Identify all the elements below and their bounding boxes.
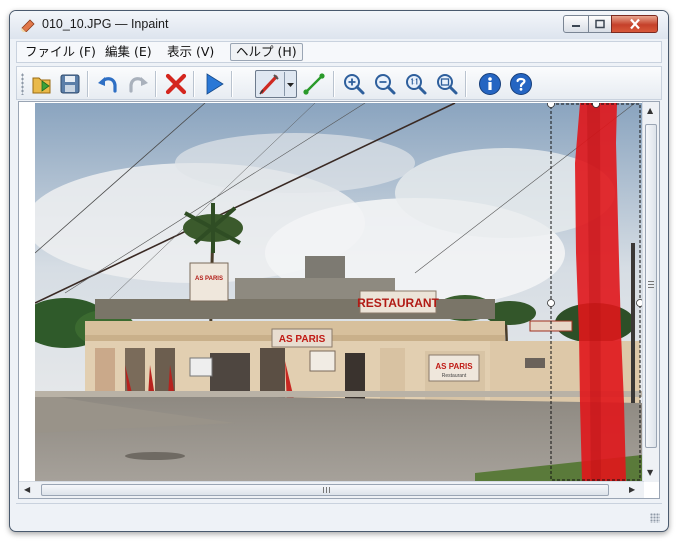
toolbar-separator [333, 71, 335, 97]
line-tool-button[interactable] [301, 71, 327, 97]
scroll-right-arrow-icon[interactable]: ▶ [629, 485, 635, 494]
photo[interactable]: RESTAURANT AS PARIS AS PARIS Restaurant … [35, 103, 642, 481]
open-button[interactable] [29, 71, 55, 97]
help-icon [510, 73, 532, 95]
erase-selection-button[interactable] [163, 71, 189, 97]
sign-restaurant-sub: Restaurant [442, 373, 467, 379]
open-icon [32, 77, 51, 94]
close-icon [629, 18, 640, 30]
close-button[interactable] [611, 15, 658, 33]
sign-as-paris-right: AS PARIS [435, 362, 473, 371]
maximize-button[interactable] [588, 15, 612, 33]
info-icon [479, 73, 501, 95]
zoom-fit-icon [437, 74, 458, 95]
help-button[interactable] [508, 71, 534, 97]
photo-scene: RESTAURANT AS PARIS AS PARIS Restaurant … [35, 103, 642, 481]
save-icon [60, 74, 80, 94]
line-tool-icon [303, 73, 325, 95]
thumb-grip [323, 487, 324, 493]
undo-icon [98, 77, 117, 93]
erase-selection-icon [165, 73, 187, 95]
menu-bar: ファイル (F) 編集 (E) 表示 (V) ヘルプ (H) [16, 41, 662, 63]
window-title: 010_10.JPG — Inpaint [42, 17, 169, 31]
app-window: 010_10.JPG — Inpaint ファイル (F) 編集 (E) 表示 … [9, 10, 669, 532]
zoom-actual-icon [406, 74, 427, 95]
toolbar-separator [193, 71, 195, 97]
maximize-icon [595, 19, 605, 29]
thumb-grip [648, 281, 654, 282]
run-button[interactable] [201, 71, 227, 97]
vertical-scrollbar[interactable]: ▲ ▼ [642, 102, 659, 482]
zoom-out-button[interactable] [372, 71, 398, 97]
zoom-actual-button[interactable] [403, 71, 429, 97]
app-icon [21, 19, 35, 32]
redo-icon [129, 77, 148, 93]
undo-button[interactable] [95, 71, 121, 97]
horizontal-scroll-thumb[interactable] [41, 484, 609, 496]
menu-file[interactable]: ファイル (F) [20, 43, 101, 61]
scroll-left-arrow-icon[interactable]: ◀ [24, 485, 30, 494]
scroll-down-arrow-icon[interactable]: ▼ [647, 468, 653, 477]
dropdown-divider [284, 72, 285, 96]
minimize-button[interactable] [563, 15, 589, 33]
menu-edit[interactable]: 編集 (E) [100, 43, 157, 61]
zoom-fit-button[interactable] [434, 71, 460, 97]
toolbar-grip[interactable] [21, 73, 24, 95]
info-button[interactable] [477, 71, 503, 97]
zoom-in-icon [344, 74, 365, 95]
redo-button[interactable] [125, 71, 151, 97]
zoom-in-button[interactable] [341, 71, 367, 97]
title-bar[interactable]: 010_10.JPG — Inpaint [10, 11, 668, 39]
toolbar [16, 66, 662, 100]
resize-grip-icon[interactable] [650, 513, 660, 523]
toolbar-separator [231, 71, 233, 97]
horizontal-scrollbar[interactable]: ◀ ▶ [19, 481, 644, 498]
marker-tool-dropdown[interactable] [255, 70, 297, 98]
sign-as-paris-left: AS PARIS [195, 276, 223, 282]
dropdown-arrow-icon[interactable] [286, 80, 296, 90]
run-icon [206, 73, 224, 95]
image-canvas[interactable]: RESTAURANT AS PARIS AS PARIS Restaurant … [18, 101, 660, 499]
zoom-out-icon [375, 74, 396, 95]
toolbar-separator [155, 71, 157, 97]
minimize-icon [572, 25, 580, 27]
scroll-up-arrow-icon[interactable]: ▲ [647, 106, 653, 115]
toolbar-separator [465, 71, 467, 97]
save-button[interactable] [57, 71, 83, 97]
vertical-scroll-thumb[interactable] [645, 124, 657, 448]
status-bar [16, 503, 662, 525]
sign-restaurant: RESTAURANT [357, 296, 439, 310]
menu-view[interactable]: 表示 (V) [162, 43, 219, 61]
toolbar-separator [87, 71, 89, 97]
sign-as-paris-center: AS PARIS [279, 334, 326, 345]
marker-icon [259, 74, 279, 95]
menu-help[interactable]: ヘルプ (H) [230, 43, 303, 61]
